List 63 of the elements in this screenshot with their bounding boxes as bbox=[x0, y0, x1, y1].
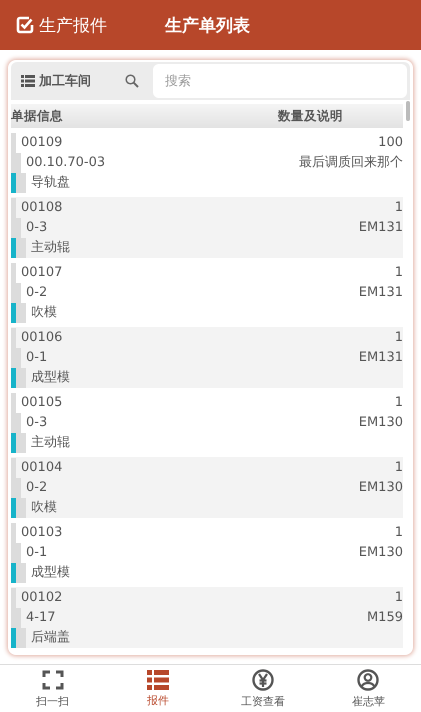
list-row[interactable]: 00108 0-3 主动辊 1 EM131 bbox=[11, 197, 403, 258]
part-name: 吹模 bbox=[30, 499, 58, 517]
part-name: 成型模 bbox=[30, 564, 71, 582]
list-row[interactable]: 00107 0-2 吹模 1 EM131 bbox=[11, 262, 403, 323]
note: EM131 bbox=[358, 284, 403, 302]
list-row[interactable]: 00103 0-1 成型模 1 EM130 bbox=[11, 522, 403, 583]
quantity: 1 bbox=[394, 459, 403, 477]
quantity: 1 bbox=[394, 199, 403, 217]
list-row[interactable]: 00109 00.10.70-03 导轨盘 100 最后调质回来那个 bbox=[11, 132, 403, 193]
order-number: 00103 bbox=[20, 524, 64, 542]
quantity: 100 bbox=[378, 134, 403, 152]
quantity: 1 bbox=[394, 329, 403, 347]
part-code: 0-2 bbox=[25, 479, 48, 497]
quantity: 1 bbox=[394, 589, 403, 607]
note: EM131 bbox=[358, 219, 403, 237]
part-name: 主动辊 bbox=[30, 434, 71, 452]
order-number: 00107 bbox=[20, 264, 64, 282]
order-number: 00102 bbox=[20, 589, 64, 607]
list-icon bbox=[21, 75, 35, 87]
part-code: 00.10.70-03 bbox=[25, 154, 106, 172]
search-field[interactable]: 搜索 bbox=[153, 64, 407, 98]
page-title: 生产单列表 bbox=[165, 14, 250, 36]
scrollbar-thumb[interactable] bbox=[406, 101, 410, 121]
part-name: 吹模 bbox=[30, 304, 58, 322]
order-number: 00109 bbox=[20, 134, 64, 152]
list-row[interactable]: 00104 0-2 吹模 1 EM130 bbox=[11, 457, 403, 518]
part-code: 0-3 bbox=[25, 414, 48, 432]
search-icon bbox=[125, 74, 139, 88]
order-number: 00105 bbox=[20, 394, 64, 412]
user-icon bbox=[357, 668, 380, 690]
part-code: 0-1 bbox=[25, 349, 48, 367]
order-number: 00106 bbox=[20, 329, 64, 347]
part-name: 后端盖 bbox=[30, 629, 71, 647]
part-code: 0-1 bbox=[25, 544, 48, 562]
note: M159 bbox=[366, 609, 403, 627]
order-number: 00108 bbox=[20, 199, 64, 217]
list-row[interactable]: 00106 0-1 成型模 1 EM131 bbox=[11, 327, 403, 388]
quantity: 1 bbox=[394, 394, 403, 412]
part-code: 4-17 bbox=[25, 609, 57, 627]
checkbox-icon bbox=[16, 16, 34, 34]
yen-icon bbox=[252, 668, 274, 690]
note: EM130 bbox=[358, 479, 403, 497]
quantity: 1 bbox=[394, 524, 403, 542]
app-title-text: 生产报件 bbox=[39, 14, 107, 36]
app-title[interactable]: 生产报件 bbox=[16, 14, 156, 36]
quantity: 1 bbox=[394, 264, 403, 282]
part-name: 导轨盘 bbox=[30, 174, 71, 192]
part-name: 主动辊 bbox=[30, 239, 71, 257]
column-header: 单据信息 bbox=[11, 108, 63, 124]
list-icon bbox=[146, 670, 169, 690]
note: EM130 bbox=[358, 544, 403, 562]
part-name: 成型模 bbox=[30, 369, 71, 387]
note: 最后调质回来那个 bbox=[299, 154, 403, 172]
note: EM130 bbox=[358, 414, 403, 432]
part-code: 0-3 bbox=[25, 219, 48, 237]
column-header: 数量及说明 bbox=[278, 108, 343, 124]
list-row[interactable]: 00102 4-17 后端盖 1 M159 bbox=[11, 587, 403, 648]
note: EM131 bbox=[358, 349, 403, 367]
order-number: 00104 bbox=[20, 459, 64, 477]
scan-icon bbox=[42, 668, 64, 690]
list-row[interactable]: 00105 0-3 主动辊 1 EM130 bbox=[11, 392, 403, 453]
workshop-button[interactable]: 加工车间 bbox=[11, 66, 111, 96]
part-code: 0-2 bbox=[25, 284, 48, 302]
